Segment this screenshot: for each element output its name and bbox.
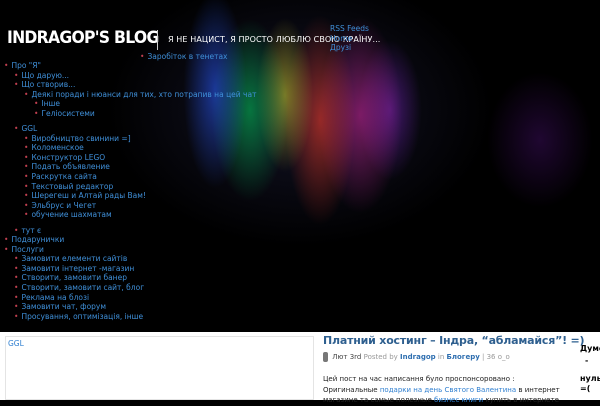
menu-item-ggl-5[interactable]: • Раскрутка сайта: [4, 172, 256, 182]
bullet-icon: •: [4, 244, 9, 254]
right-col-line-3: нуль: [580, 374, 600, 383]
bullet-icon: •: [14, 80, 19, 90]
site-logo[interactable]: INDRAGOP'S BLOG: [7, 28, 159, 48]
bullet-icon: •: [24, 172, 29, 182]
logo-divider: [157, 30, 158, 50]
menu-item-helio[interactable]: • Геліосистеми: [4, 109, 256, 119]
menu-item-tips[interactable]: • Деякі поради і нюанси для тих, хто потр…: [4, 90, 256, 100]
business-books-link[interactable]: бизнес книги: [434, 396, 483, 404]
bullet-icon: •: [14, 292, 19, 302]
valentine-gifts-link[interactable]: подарки на день Святого Валентина: [380, 386, 516, 394]
bullet-icon: •: [24, 210, 29, 220]
bullet-icon: •: [4, 235, 9, 245]
post-category-link[interactable]: Блогеру: [447, 353, 480, 361]
menu-item-services-1[interactable]: • Замовити елементи сайтів: [4, 254, 256, 264]
bullet-icon: •: [140, 52, 145, 61]
menu-item-services-2[interactable]: • Замовити інтернет -магазин: [4, 264, 256, 274]
menu-item-ggl-8[interactable]: • Эльбрус и Чегет: [4, 201, 256, 211]
menu-item-ggl[interactable]: • GGL: [4, 124, 256, 134]
post-date: Лют 3rd: [332, 353, 362, 361]
in-label: in: [437, 353, 445, 361]
menu-item-ggl-6[interactable]: • Текстовый редактор: [4, 182, 256, 192]
menu-item-services[interactable]: • Послуги: [4, 245, 256, 255]
right-col-line-4: =(: [580, 384, 591, 393]
menu-item-services-4[interactable]: • Створити, замовити сайт, блог: [4, 283, 256, 293]
right-col-line-1: Думс: [580, 344, 600, 353]
bullet-icon: •: [14, 70, 19, 80]
bullet-icon: •: [14, 263, 19, 273]
menu-item-services-3[interactable]: • Створити, замовити банер: [4, 273, 256, 283]
right-col-line-2: -: [585, 356, 589, 365]
nav-home[interactable]: Home: [330, 34, 369, 44]
menu-item-ggl-3[interactable]: • Конструктор LEGO: [4, 153, 256, 163]
post-comments-link[interactable]: 36 ο_ο: [487, 353, 510, 361]
post-body-line-1: Цей пост на час написання було проспонсо…: [323, 375, 515, 383]
bullet-icon: •: [24, 143, 29, 153]
calendar-icon: [323, 352, 328, 362]
bullet-icon: •: [34, 108, 39, 118]
right-column-widget: Думс - нуль =(: [580, 344, 600, 394]
nav-friends[interactable]: Друзі: [330, 43, 369, 53]
ggl-widget-title[interactable]: GGL: [8, 339, 24, 348]
nav-rss-feeds[interactable]: RSS Feeds: [330, 24, 369, 34]
bullet-icon: •: [24, 162, 29, 172]
menu-item-here[interactable]: • тут є: [4, 226, 256, 236]
bullet-icon: •: [24, 200, 29, 210]
top-navigation: RSS Feeds Home Друзі: [330, 24, 369, 53]
bullet-icon: •: [24, 191, 29, 201]
bullet-icon: •: [14, 254, 19, 264]
bullet-icon: •: [14, 311, 19, 321]
menu-item-created[interactable]: • Що створив...: [4, 80, 256, 90]
ggl-widget-box: [5, 336, 314, 400]
bullet-icon: •: [14, 124, 19, 134]
post-title[interactable]: Платний хостинг – Індра, “абламайся”! =): [323, 334, 585, 347]
bullet-icon: •: [14, 225, 19, 235]
menu-item-services-6[interactable]: • Замовити чат, форум: [4, 302, 256, 312]
bullet-icon: •: [24, 181, 29, 191]
sidebar-menu: • Про "Я" • Що дарую... • Що створив... • Де…: [4, 61, 256, 321]
menu-item-gifts[interactable]: • Подарунички: [4, 235, 256, 245]
menu-item-services-7[interactable]: • Просування, оптимізація, інше: [4, 312, 256, 322]
bullet-icon: •: [24, 152, 29, 162]
menu-item-ggl-4[interactable]: • Подать объявление: [4, 162, 256, 172]
earn-online-link[interactable]: • Заробіток в тенетах: [140, 52, 227, 61]
post-body: Цей пост на час написання було проспонсо…: [323, 374, 583, 406]
bullet-icon: •: [14, 302, 19, 312]
bullet-icon: •: [34, 99, 39, 109]
menu-item-other[interactable]: • Інше: [4, 99, 256, 109]
bullet-icon: •: [14, 283, 19, 293]
menu-item-services-5[interactable]: • Реклама на блозі: [4, 293, 256, 303]
posted-by-label: Posted by: [363, 353, 398, 361]
bullet-icon: •: [24, 133, 29, 143]
post-meta: Лют 3rd Posted by Indragop in Блогеру | …: [323, 352, 510, 362]
menu-item-give[interactable]: • Що дарую...: [4, 71, 256, 81]
menu-item-ggl-7[interactable]: • Шерегеш и Алтай рады Вам!: [4, 191, 256, 201]
menu-item-about[interactable]: • Про "Я": [4, 61, 256, 71]
post-author-link[interactable]: Indragop: [400, 353, 436, 361]
post-body-line-2: Оригинальные подарки на день Святого Вал…: [323, 385, 560, 405]
separator: |: [482, 353, 485, 361]
bullet-icon: •: [4, 61, 9, 70]
menu-item-ggl-9[interactable]: • обучение шахматам: [4, 210, 256, 220]
bullet-icon: •: [14, 273, 19, 283]
bullet-icon: •: [24, 89, 29, 99]
menu-item-ggl-1[interactable]: • Виробництво свинини =]: [4, 134, 256, 144]
menu-item-ggl-2[interactable]: • Коломенское: [4, 143, 256, 153]
